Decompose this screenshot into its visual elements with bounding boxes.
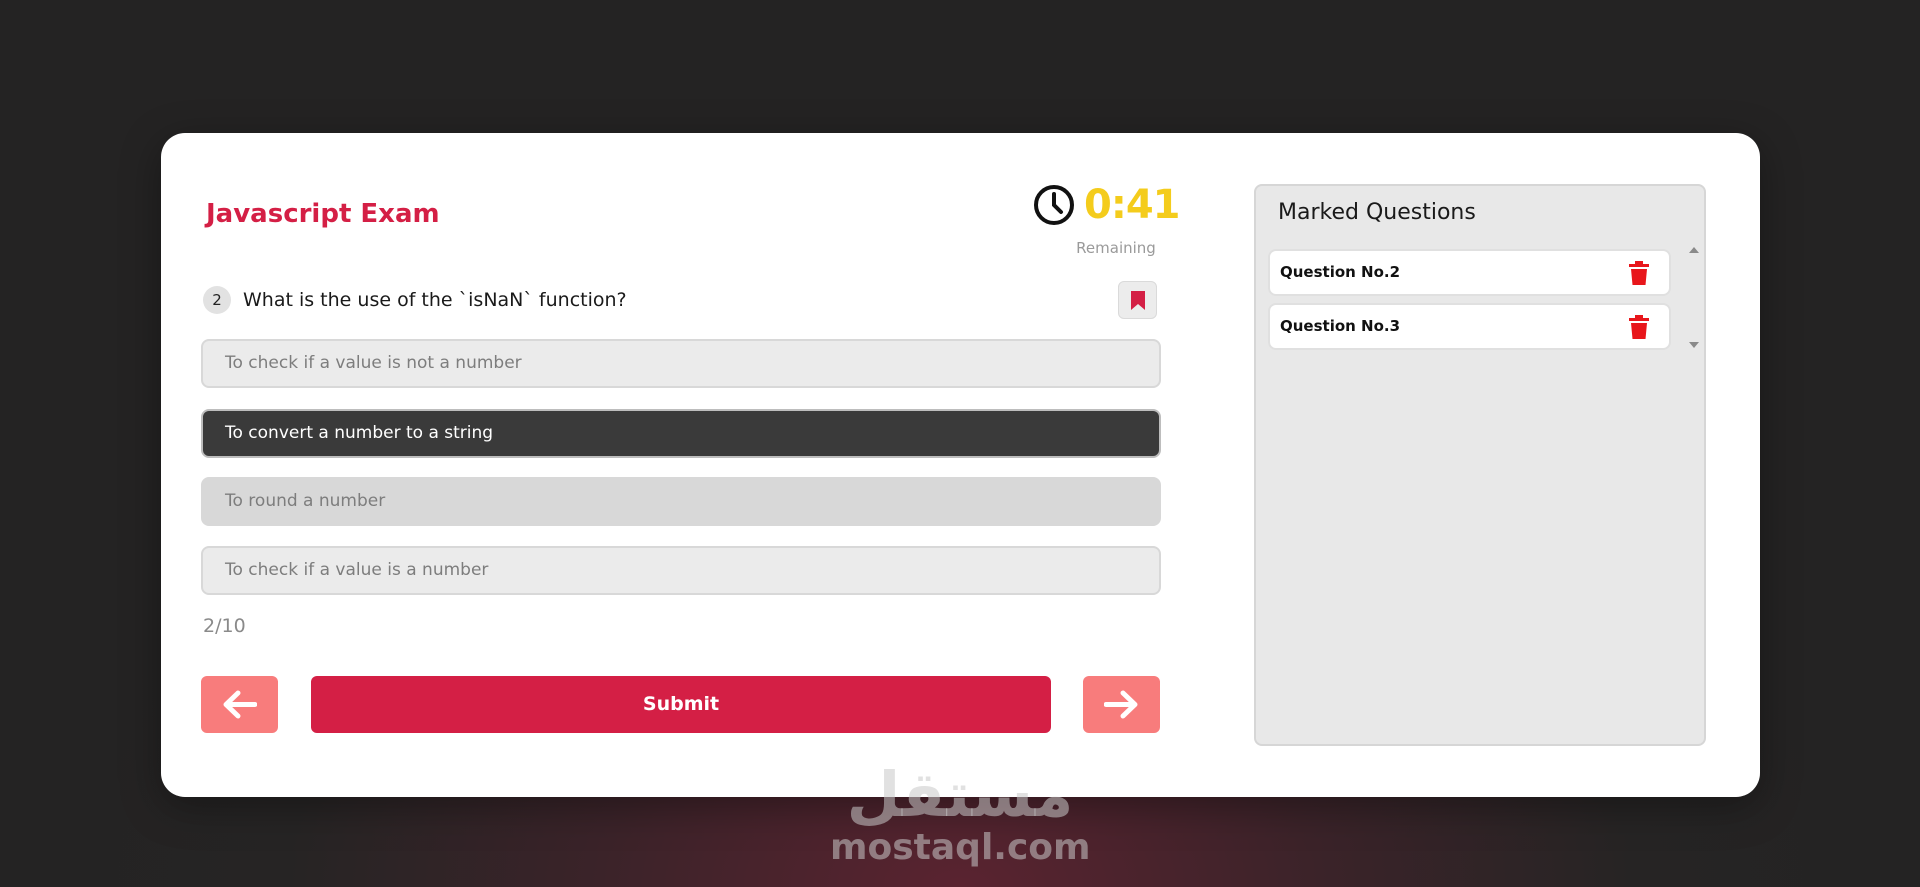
marked-question-label: Question No.3 — [1280, 317, 1401, 335]
marked-question-item[interactable]: Question No.2 — [1268, 249, 1671, 296]
watermark-latin: mostaql.com — [830, 827, 1091, 868]
clock-icon — [1034, 185, 1074, 225]
watermark-logo: مستقل mostaql.com — [830, 758, 1091, 868]
bookmark-button[interactable] — [1118, 281, 1157, 319]
marked-questions-list: Question No.2 Question No.3 — [1268, 249, 1671, 357]
answer-option[interactable]: To round a number — [201, 477, 1161, 526]
marked-question-label: Question No.2 — [1280, 263, 1401, 281]
marked-questions-title: Marked Questions — [1278, 200, 1476, 225]
question-text: What is the use of the `isNaN` function? — [243, 289, 627, 311]
trash-icon[interactable] — [1629, 315, 1649, 339]
marked-questions-panel: Marked Questions Question No.2 Question … — [1254, 184, 1706, 746]
timer-value: 0:41 — [1084, 182, 1180, 228]
watermark-arabic: مستقل — [846, 758, 1074, 831]
previous-button[interactable] — [201, 676, 278, 733]
question-progress: 2/10 — [203, 615, 246, 637]
scroll-down-arrow-icon[interactable] — [1689, 342, 1699, 348]
bookmark-icon — [1131, 291, 1145, 310]
answer-option[interactable]: To check if a value is a number — [201, 546, 1161, 595]
marked-question-item[interactable]: Question No.3 — [1268, 303, 1671, 350]
answer-option-selected[interactable]: To convert a number to a string — [201, 409, 1161, 458]
exam-card: Javascript Exam 0:41 Remaining 2 What is… — [161, 133, 1760, 797]
scroll-up-arrow-icon[interactable] — [1689, 247, 1699, 253]
arrow-right-icon — [1104, 690, 1138, 719]
question-number: 2 — [203, 286, 231, 314]
arrow-left-icon — [223, 690, 257, 719]
next-button[interactable] — [1083, 676, 1160, 733]
submit-button[interactable]: Submit — [311, 676, 1051, 733]
trash-icon[interactable] — [1629, 261, 1649, 285]
marked-list-scrollbar[interactable] — [1691, 243, 1707, 358]
exam-title: Javascript Exam — [206, 199, 440, 229]
answer-option[interactable]: To check if a value is not a number — [201, 339, 1161, 388]
timer-label: Remaining — [1076, 239, 1156, 257]
timer: 0:41 — [1032, 180, 1180, 230]
